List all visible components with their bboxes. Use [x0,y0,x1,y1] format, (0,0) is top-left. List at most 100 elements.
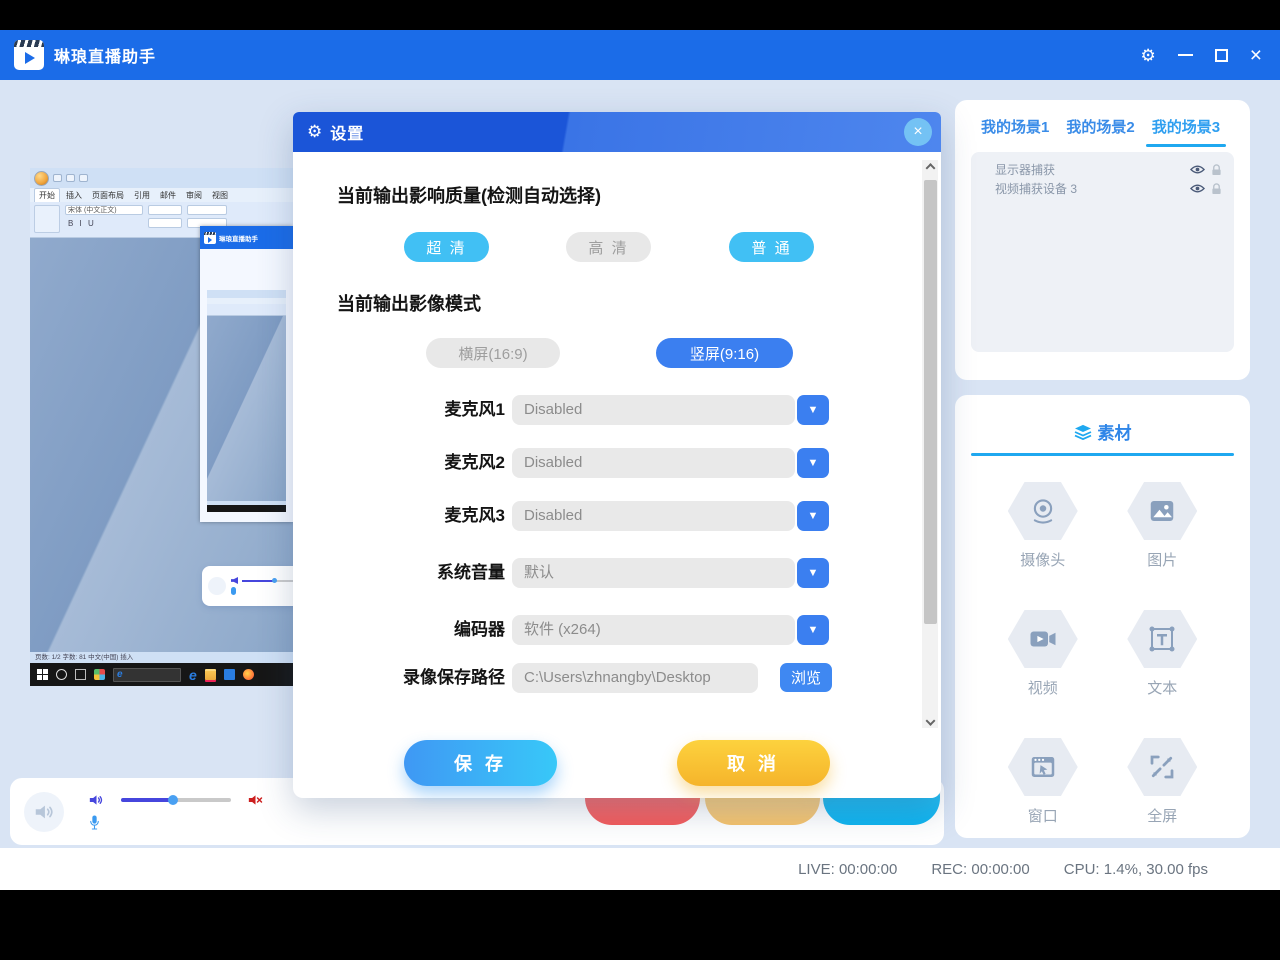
mute-icon[interactable] [247,792,264,808]
scroll-up-icon[interactable] [922,162,938,176]
mic1-label: 麦克风1 [335,395,505,425]
app-window: 琳琅直播助手 ⚙ × 开始 插入 [0,30,1280,890]
dialog-title: 设置 [330,120,364,144]
materials-grid: 摄像头 图片 [955,456,1250,826]
material-window[interactable]: 窗口 [1008,738,1078,826]
speaker-small-icon[interactable] [88,792,105,808]
source-row-display-capture[interactable]: 显示器捕获 [995,160,1222,179]
material-image[interactable]: 图片 [1127,482,1197,570]
mic2-dropdown-button[interactable]: ▼ [797,448,829,478]
mic2-label: 麦克风2 [335,448,505,478]
scene-tabs: 我的场景1 我的场景2 我的场景3 [955,100,1250,147]
nested-capture [207,290,286,512]
cpu-fps: CPU: 1.4%, 30.00 fps [1064,861,1208,878]
live-time: LIVE: 00:00:00 [798,861,897,878]
tab-scene-3[interactable]: 我的场景3 [1152,116,1220,147]
rec-time: REC: 00:00:00 [931,861,1029,878]
title-bar: 琳琅直播助手 ⚙ × [0,30,1280,80]
hexagon-tile [1127,738,1197,796]
windows-taskbar: e e [30,663,293,686]
image-icon [1147,496,1177,526]
speaker-circle-icon[interactable] [24,792,64,832]
lock-icon[interactable] [1211,164,1222,176]
encoder-label: 编码器 [335,615,505,645]
save-button[interactable]: 保 存 [404,740,557,786]
dialog-scrollbar[interactable] [922,160,938,728]
scenes-panel: 我的场景1 我的场景2 我的场景3 显示器捕获 [955,100,1250,380]
encoder-field[interactable]: 软件 (x264) [512,615,795,645]
materials-panel: 素材 摄像头 [955,395,1250,838]
speaker-icon [33,801,55,823]
system-volume-label: 系统音量 [335,558,505,588]
materials-title: 素材 [1098,419,1132,444]
source-name: 视频捕获设备 3 [995,180,1077,197]
minimize-button[interactable] [1178,54,1193,57]
save-path-label: 录像保存路径 [335,663,505,693]
dialog-header: ⚙ 设置 [293,112,941,152]
sources-list: 显示器捕获 视频捕获设备 [971,152,1234,352]
mic3-dropdown-button[interactable]: ▼ [797,501,829,531]
maximize-button[interactable] [1215,49,1228,62]
taskbar-app-icon [94,669,105,680]
hexagon-tile [1008,482,1078,540]
microphone-icon[interactable] [88,814,101,831]
mic2-field[interactable]: Disabled [512,448,795,478]
gear-icon[interactable]: ⚙ [1140,47,1155,64]
quality-option-uhd[interactable]: 超 清 [404,232,489,262]
material-video[interactable]: 视频 [1008,610,1078,698]
nested-app-window: 琳琅直播助手 [200,226,293,522]
source-row-video-capture[interactable]: 视频捕获设备 3 [995,179,1222,198]
quality-option-hd[interactable]: 高 清 [566,232,651,262]
volume-slider-thumb[interactable] [168,795,178,805]
mode-option-landscape[interactable]: 横屏(16:9) [426,338,560,368]
webcam-icon [1028,496,1058,526]
hexagon-tile [1008,610,1078,668]
material-webcam[interactable]: 摄像头 [1008,482,1078,570]
mic1-dropdown-button[interactable]: ▼ [797,395,829,425]
word-ribbon-tabs: 开始 插入 页面布局 引用 邮件 审阅 视图 [30,188,293,202]
scrollbar-thumb[interactable] [924,180,937,624]
quality-option-normal[interactable]: 普 通 [729,232,814,262]
word-status-bar: 页数: 1/2 字数: 81 中文(中国) 插入 [30,652,293,663]
app-logo-icon [14,40,44,70]
eye-icon[interactable] [1190,183,1205,194]
material-fullscreen[interactable]: 全屏 [1127,738,1197,826]
word-quick-access-bar [30,168,293,188]
app-title: 琳琅直播助手 [54,43,156,67]
mic3-field[interactable]: Disabled [512,501,795,531]
save-path-field[interactable]: C:\Users\zhnangby\Desktop [512,663,758,693]
main-content: 开始 插入 页面布局 引用 邮件 审阅 视图 宋体 (中文正文) B I U [0,80,1280,848]
nested-title-bar: 琳琅直播助手 [200,226,293,249]
system-volume-field[interactable]: 默认 [512,558,795,588]
browse-button[interactable]: 浏览 [780,663,832,692]
material-text[interactable]: 文本 [1127,610,1197,698]
cancel-button[interactable]: 取 消 [677,740,830,786]
system-volume-dropdown-button[interactable]: ▼ [797,558,829,588]
mic1-field[interactable]: Disabled [512,395,795,425]
nested-app-logo-icon [204,232,216,244]
eye-icon[interactable] [1190,164,1205,175]
materials-header: 素材 [955,395,1250,444]
dialog-close-button[interactable]: × [904,118,932,146]
tab-scene-2[interactable]: 我的场景2 [1066,116,1134,147]
office-button-icon [34,171,49,186]
clipboard-group [34,205,60,233]
quality-section-title: 当前输出影响质量(检测自动选择) [337,182,601,208]
hexagon-tile [1127,610,1197,668]
mode-option-portrait[interactable]: 竖屏(9:16) [656,338,793,368]
mic3-label: 麦克风3 [335,501,505,531]
window-icon [1028,752,1058,782]
layers-icon [1074,424,1092,440]
store-icon [224,669,235,680]
tab-scene-1[interactable]: 我的场景1 [981,116,1049,147]
lock-icon[interactable] [1211,183,1222,195]
nested-volume-card [202,566,293,606]
video-icon [1028,624,1058,654]
explorer-icon [205,669,216,680]
encoder-dropdown-button[interactable]: ▼ [797,615,829,645]
mode-section-title: 当前输出影像模式 [337,290,481,316]
close-button[interactable]: × [1250,45,1262,66]
menu-icon[interactable] [1100,48,1118,62]
volume-slider[interactable] [121,798,231,802]
scroll-down-icon[interactable] [922,712,938,726]
